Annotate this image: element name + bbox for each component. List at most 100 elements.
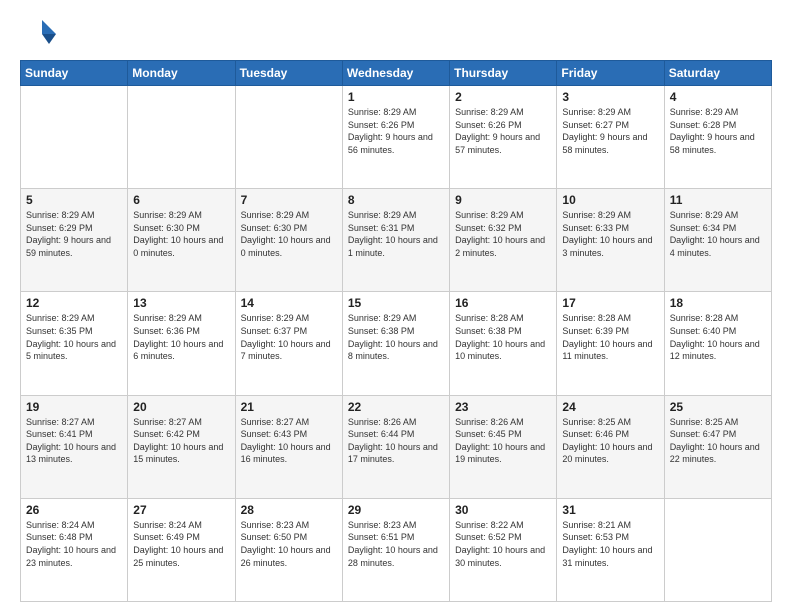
day-info: Sunrise: 8:28 AM Sunset: 6:38 PM Dayligh… bbox=[455, 312, 551, 362]
day-number: 10 bbox=[562, 193, 658, 207]
calendar-header-wednesday: Wednesday bbox=[342, 61, 449, 86]
calendar-cell: 25 Sunrise: 8:25 AM Sunset: 6:47 PM Dayli… bbox=[664, 395, 771, 498]
day-info: Sunrise: 8:27 AM Sunset: 6:43 PM Dayligh… bbox=[241, 416, 337, 466]
day-info: Sunrise: 8:29 AM Sunset: 6:35 PM Dayligh… bbox=[26, 312, 122, 362]
logo-icon bbox=[20, 16, 56, 52]
day-number: 22 bbox=[348, 400, 444, 414]
day-info: Sunrise: 8:29 AM Sunset: 6:36 PM Dayligh… bbox=[133, 312, 229, 362]
day-number: 9 bbox=[455, 193, 551, 207]
day-info: Sunrise: 8:27 AM Sunset: 6:42 PM Dayligh… bbox=[133, 416, 229, 466]
day-info: Sunrise: 8:25 AM Sunset: 6:46 PM Dayligh… bbox=[562, 416, 658, 466]
calendar-cell: 15 Sunrise: 8:29 AM Sunset: 6:38 PM Dayli… bbox=[342, 292, 449, 395]
calendar-cell: 7 Sunrise: 8:29 AM Sunset: 6:30 PM Daylig… bbox=[235, 189, 342, 292]
day-info: Sunrise: 8:26 AM Sunset: 6:45 PM Dayligh… bbox=[455, 416, 551, 466]
day-number: 7 bbox=[241, 193, 337, 207]
calendar-cell: 19 Sunrise: 8:27 AM Sunset: 6:41 PM Dayli… bbox=[21, 395, 128, 498]
calendar-week-2: 5 Sunrise: 8:29 AM Sunset: 6:29 PM Daylig… bbox=[21, 189, 772, 292]
day-number: 18 bbox=[670, 296, 766, 310]
day-number: 23 bbox=[455, 400, 551, 414]
day-number: 6 bbox=[133, 193, 229, 207]
calendar-week-5: 26Sunrise: 8:24 AM Sunset: 6:48 PM Dayli… bbox=[21, 498, 772, 601]
calendar-cell: 13 Sunrise: 8:29 AM Sunset: 6:36 PM Dayli… bbox=[128, 292, 235, 395]
calendar-cell bbox=[664, 498, 771, 601]
day-info: Sunrise: 8:29 AM Sunset: 6:26 PM Dayligh… bbox=[348, 106, 444, 156]
calendar-cell: 26Sunrise: 8:24 AM Sunset: 6:48 PM Dayli… bbox=[21, 498, 128, 601]
day-number: 31 bbox=[562, 503, 658, 517]
calendar-header-sunday: Sunday bbox=[21, 61, 128, 86]
calendar-cell bbox=[128, 86, 235, 189]
day-info: Sunrise: 8:28 AM Sunset: 6:39 PM Dayligh… bbox=[562, 312, 658, 362]
day-info: Sunrise: 8:29 AM Sunset: 6:31 PM Dayligh… bbox=[348, 209, 444, 259]
calendar-cell: 30 Sunrise: 8:22 AM Sunset: 6:52 PM Dayli… bbox=[450, 498, 557, 601]
calendar-cell: 3Sunrise: 8:29 AM Sunset: 6:27 PM Daylig… bbox=[557, 86, 664, 189]
calendar-cell: 2 Sunrise: 8:29 AM Sunset: 6:26 PM Daylig… bbox=[450, 86, 557, 189]
calendar-header-friday: Friday bbox=[557, 61, 664, 86]
day-info: Sunrise: 8:29 AM Sunset: 6:33 PM Dayligh… bbox=[562, 209, 658, 259]
day-info: Sunrise: 8:29 AM Sunset: 6:34 PM Dayligh… bbox=[670, 209, 766, 259]
calendar-cell: 5 Sunrise: 8:29 AM Sunset: 6:29 PM Daylig… bbox=[21, 189, 128, 292]
calendar-cell: 16 Sunrise: 8:28 AM Sunset: 6:38 PM Dayli… bbox=[450, 292, 557, 395]
day-number: 2 bbox=[455, 90, 551, 104]
calendar-cell: 10 Sunrise: 8:29 AM Sunset: 6:33 PM Dayli… bbox=[557, 189, 664, 292]
day-info: Sunrise: 8:25 AM Sunset: 6:47 PM Dayligh… bbox=[670, 416, 766, 466]
day-number: 5 bbox=[26, 193, 122, 207]
day-number: 14 bbox=[241, 296, 337, 310]
day-info: Sunrise: 8:29 AM Sunset: 6:38 PM Dayligh… bbox=[348, 312, 444, 362]
calendar-cell: 27 Sunrise: 8:24 AM Sunset: 6:49 PM Dayli… bbox=[128, 498, 235, 601]
day-info: Sunrise: 8:27 AM Sunset: 6:41 PM Dayligh… bbox=[26, 416, 122, 466]
calendar-cell: 23 Sunrise: 8:26 AM Sunset: 6:45 PM Dayli… bbox=[450, 395, 557, 498]
day-number: 28 bbox=[241, 503, 337, 517]
day-number: 19 bbox=[26, 400, 122, 414]
calendar-cell: 1 Sunrise: 8:29 AM Sunset: 6:26 PM Daylig… bbox=[342, 86, 449, 189]
calendar-cell: 11Sunrise: 8:29 AM Sunset: 6:34 PM Dayli… bbox=[664, 189, 771, 292]
day-number: 24 bbox=[562, 400, 658, 414]
day-number: 17 bbox=[562, 296, 658, 310]
day-number: 30 bbox=[455, 503, 551, 517]
calendar-cell: 18 Sunrise: 8:28 AM Sunset: 6:40 PM Dayli… bbox=[664, 292, 771, 395]
day-info: Sunrise: 8:28 AM Sunset: 6:40 PM Dayligh… bbox=[670, 312, 766, 362]
day-info: Sunrise: 8:29 AM Sunset: 6:27 PM Dayligh… bbox=[562, 106, 658, 156]
calendar-cell: 6 Sunrise: 8:29 AM Sunset: 6:30 PM Daylig… bbox=[128, 189, 235, 292]
calendar-cell: 4 Sunrise: 8:29 AM Sunset: 6:28 PM Daylig… bbox=[664, 86, 771, 189]
calendar-week-3: 12 Sunrise: 8:29 AM Sunset: 6:35 PM Dayli… bbox=[21, 292, 772, 395]
day-number: 1 bbox=[348, 90, 444, 104]
day-number: 16 bbox=[455, 296, 551, 310]
day-number: 12 bbox=[26, 296, 122, 310]
calendar-cell: 22Sunrise: 8:26 AM Sunset: 6:44 PM Dayli… bbox=[342, 395, 449, 498]
day-info: Sunrise: 8:29 AM Sunset: 6:28 PM Dayligh… bbox=[670, 106, 766, 156]
day-info: Sunrise: 8:29 AM Sunset: 6:30 PM Dayligh… bbox=[133, 209, 229, 259]
page: SundayMondayTuesdayWednesdayThursdayFrid… bbox=[0, 0, 792, 612]
calendar-header-thursday: Thursday bbox=[450, 61, 557, 86]
day-number: 15 bbox=[348, 296, 444, 310]
calendar-cell: 31Sunrise: 8:21 AM Sunset: 6:53 PM Dayli… bbox=[557, 498, 664, 601]
day-number: 4 bbox=[670, 90, 766, 104]
calendar-week-1: 1 Sunrise: 8:29 AM Sunset: 6:26 PM Daylig… bbox=[21, 86, 772, 189]
day-number: 20 bbox=[133, 400, 229, 414]
day-number: 27 bbox=[133, 503, 229, 517]
day-info: Sunrise: 8:29 AM Sunset: 6:26 PM Dayligh… bbox=[455, 106, 551, 156]
calendar-cell bbox=[235, 86, 342, 189]
day-info: Sunrise: 8:29 AM Sunset: 6:32 PM Dayligh… bbox=[455, 209, 551, 259]
calendar-cell: 8Sunrise: 8:29 AM Sunset: 6:31 PM Daylig… bbox=[342, 189, 449, 292]
calendar-cell: 24 Sunrise: 8:25 AM Sunset: 6:46 PM Dayli… bbox=[557, 395, 664, 498]
day-number: 25 bbox=[670, 400, 766, 414]
day-info: Sunrise: 8:24 AM Sunset: 6:48 PM Dayligh… bbox=[26, 519, 122, 569]
calendar-cell: 9 Sunrise: 8:29 AM Sunset: 6:32 PM Daylig… bbox=[450, 189, 557, 292]
day-info: Sunrise: 8:29 AM Sunset: 6:29 PM Dayligh… bbox=[26, 209, 122, 259]
calendar-table: SundayMondayTuesdayWednesdayThursdayFrid… bbox=[20, 60, 772, 602]
logo bbox=[20, 16, 60, 52]
calendar-header-monday: Monday bbox=[128, 61, 235, 86]
calendar-week-4: 19 Sunrise: 8:27 AM Sunset: 6:41 PM Dayli… bbox=[21, 395, 772, 498]
day-info: Sunrise: 8:24 AM Sunset: 6:49 PM Dayligh… bbox=[133, 519, 229, 569]
day-info: Sunrise: 8:23 AM Sunset: 6:50 PM Dayligh… bbox=[241, 519, 337, 569]
calendar-header-saturday: Saturday bbox=[664, 61, 771, 86]
calendar-cell: 21 Sunrise: 8:27 AM Sunset: 6:43 PM Dayli… bbox=[235, 395, 342, 498]
day-info: Sunrise: 8:29 AM Sunset: 6:30 PM Dayligh… bbox=[241, 209, 337, 259]
day-number: 13 bbox=[133, 296, 229, 310]
calendar-cell: 28 Sunrise: 8:23 AM Sunset: 6:50 PM Dayli… bbox=[235, 498, 342, 601]
day-number: 29 bbox=[348, 503, 444, 517]
calendar-header-tuesday: Tuesday bbox=[235, 61, 342, 86]
day-number: 21 bbox=[241, 400, 337, 414]
calendar-header-row: SundayMondayTuesdayWednesdayThursdayFrid… bbox=[21, 61, 772, 86]
day-info: Sunrise: 8:22 AM Sunset: 6:52 PM Dayligh… bbox=[455, 519, 551, 569]
